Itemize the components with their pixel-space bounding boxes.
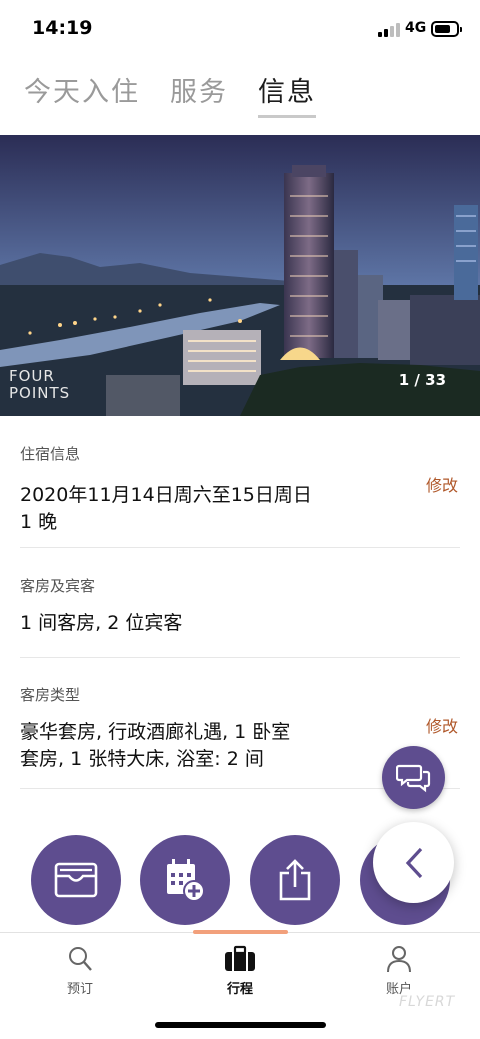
- tab-check-in-today[interactable]: 今天入住: [24, 76, 140, 116]
- status-time: 14:19: [32, 17, 93, 39]
- collapse-button[interactable]: [373, 822, 454, 903]
- chevron-left-icon: [405, 847, 422, 878]
- share-icon: [279, 859, 311, 901]
- edit-room-type-button[interactable]: 修改: [426, 713, 458, 737]
- top-tabs: 今天入住 服务 信息: [24, 76, 346, 120]
- nav-item-account[interactable]: 账户: [359, 945, 439, 997]
- suitcase-icon: [225, 945, 255, 971]
- photo-counter: 1 / 33: [398, 371, 446, 389]
- divider: [20, 657, 460, 658]
- nav-item-book[interactable]: 预订: [40, 945, 120, 997]
- hotel-photo[interactable]: FOUR POINTS 1 / 33: [0, 135, 480, 416]
- home-indicator: [155, 1022, 326, 1028]
- calendar-add-icon: [167, 859, 205, 902]
- four-points-logo: FOUR POINTS: [9, 368, 70, 402]
- rooms-guests-value: 1 间客房, 2 位宾客: [20, 612, 183, 634]
- room-type-label: 客房类型: [20, 686, 81, 704]
- tab-info[interactable]: 信息: [258, 76, 316, 118]
- room-type-line-1: 豪华套房, 行政酒廊礼遇, 1 卧室: [20, 721, 291, 743]
- add-to-calendar-button[interactable]: [140, 835, 230, 925]
- nav-label-book: 预订: [66, 982, 93, 997]
- chat-button[interactable]: [382, 746, 445, 809]
- rooms-guests-section: 客房及宾客 1 间客房, 2 位宾客: [20, 575, 460, 637]
- nav-item-trips[interactable]: 行程: [200, 945, 280, 997]
- stay-dates: 2020年11月14日周六至15日周日: [20, 484, 312, 506]
- wallet-icon: [54, 862, 98, 898]
- chat-bubbles-icon: [395, 764, 430, 792]
- stay-nights: 1 晚: [20, 511, 58, 533]
- signal-icon: [378, 23, 400, 37]
- stay-info-section: 住宿信息 2020年11月14日周六至15日周日 1 晚 修改: [20, 443, 460, 536]
- nav-label-trips: 行程: [226, 982, 253, 997]
- watermark: FLYERT: [399, 994, 456, 1010]
- logo-line-1: FOUR: [9, 367, 55, 385]
- active-tab-indicator: [193, 930, 288, 934]
- search-icon: [69, 947, 92, 971]
- stay-info-label: 住宿信息: [20, 445, 81, 463]
- tab-services[interactable]: 服务: [170, 76, 228, 116]
- share-button[interactable]: [250, 835, 340, 925]
- person-icon: [387, 946, 411, 973]
- wallet-button[interactable]: [31, 835, 121, 925]
- network-type: 4G: [405, 20, 427, 36]
- divider: [20, 547, 460, 548]
- battery-icon: [431, 21, 462, 37]
- status-bar: 14:19 4G: [0, 0, 480, 60]
- rooms-guests-label: 客房及宾客: [20, 577, 96, 595]
- logo-line-2: POINTS: [9, 384, 71, 402]
- edit-stay-button[interactable]: 修改: [426, 472, 458, 496]
